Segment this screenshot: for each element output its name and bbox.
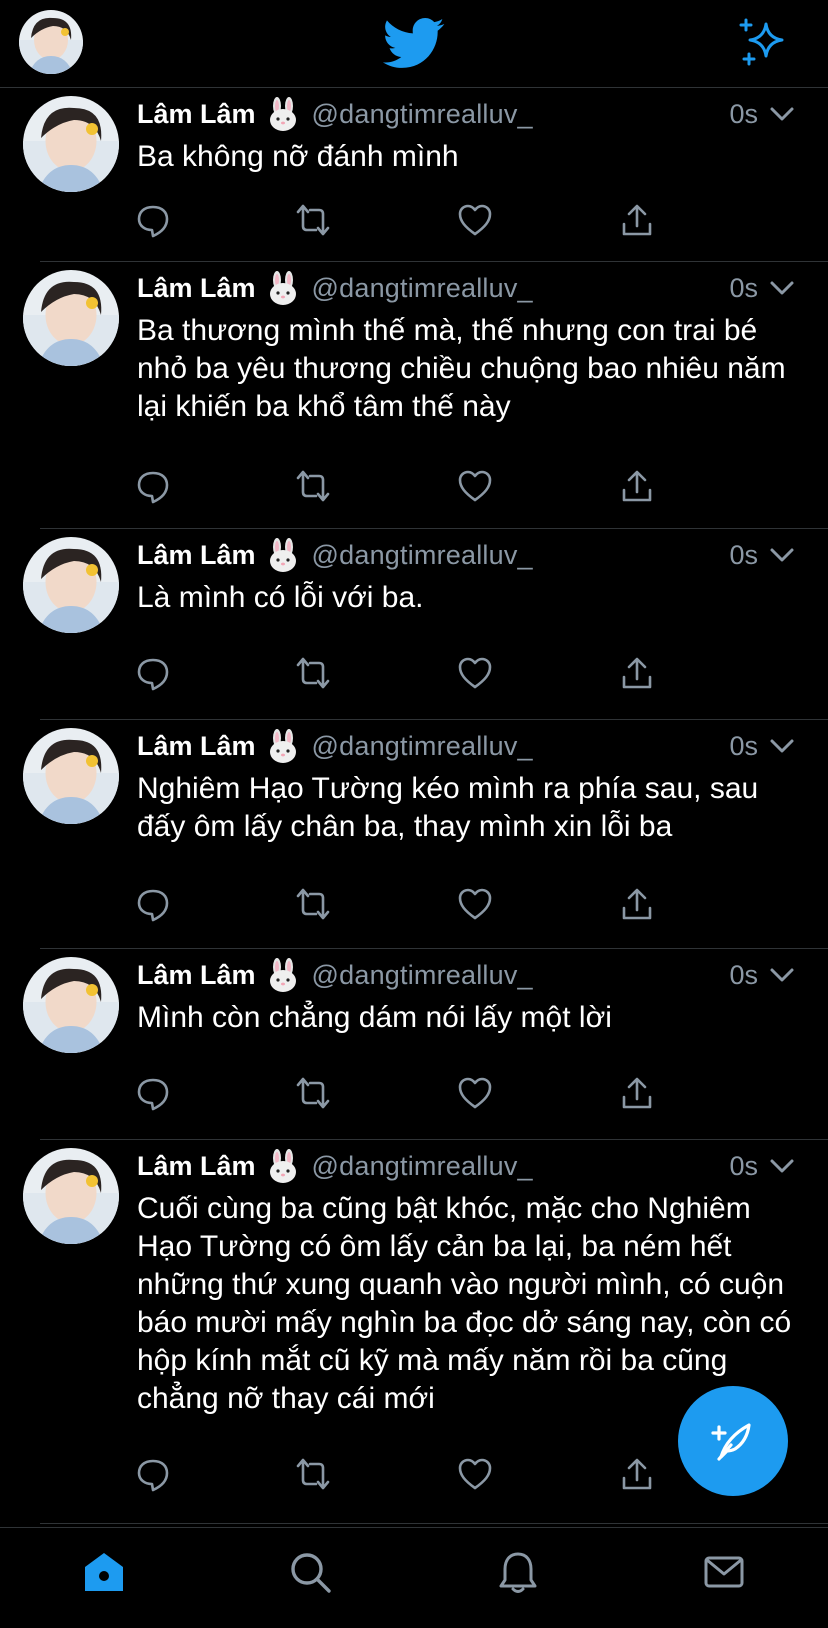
tweet-actions [137,1073,697,1113]
user-handle[interactable]: @dangtimrealluv_ [312,960,533,991]
twitter-bird-icon[interactable] [382,18,446,70]
like-icon[interactable] [455,884,495,924]
reply-icon[interactable] [133,1454,173,1494]
retweet-icon[interactable] [293,200,333,240]
compose-tweet-button[interactable] [678,1386,788,1496]
share-icon[interactable] [617,653,657,693]
like-icon[interactable] [455,466,495,506]
avatar[interactable] [23,957,119,1053]
tweet-actions [137,653,697,693]
divider [40,1523,828,1524]
tweet-text: Cuối cùng ba cũng bật khóc, mặc cho Nghi… [137,1192,792,1415]
timestamp: 0s [729,731,758,761]
tweet-text: Là mình có lỗi với ba. [137,581,424,614]
tweet-text: Ba không nỡ đánh mình [137,140,459,173]
timestamp: 0s [729,1151,758,1181]
tweet-text: Mình còn chẳng dám nói lấy một lời [137,1001,612,1034]
user-handle[interactable]: @dangtimrealluv_ [312,99,533,130]
tweet-actions [137,200,697,240]
tweet-actions [137,466,697,506]
rabbit-face-icon [269,729,296,763]
reply-icon[interactable] [133,466,173,506]
sparkle-icon[interactable] [738,18,790,68]
reply-icon[interactable] [133,200,173,240]
like-icon[interactable] [455,1454,495,1494]
reply-icon[interactable] [133,1073,173,1113]
compose-tweet-icon [711,1423,751,1461]
bottom-tab-bar [0,1527,828,1628]
home-icon[interactable] [80,1548,128,1596]
rabbit-face-icon [269,958,296,992]
display-name[interactable]: Lâm Lâm [137,273,256,304]
tweet-header: Lâm Lâm @dangtimrealluv_ 0s [137,1146,798,1186]
timeline-feed: Lâm Lâm @dangtimrealluv_ 0s Ba không nỡ … [0,88,828,1524]
avatar[interactable] [23,270,119,366]
share-icon[interactable] [617,884,657,924]
chevron-down-icon[interactable] [768,274,796,302]
chevron-down-icon[interactable] [768,541,796,569]
retweet-icon[interactable] [293,1073,333,1113]
chevron-down-icon[interactable] [768,732,796,760]
profile-avatar[interactable] [19,10,83,74]
user-handle[interactable]: @dangtimrealluv_ [312,273,533,304]
search-icon[interactable] [286,1548,334,1596]
tweet-text: Nghiêm Hạo Tường kéo mình ra phía sau, s… [137,772,759,843]
rabbit-face-icon [269,271,296,305]
like-icon[interactable] [455,200,495,240]
tweet[interactable]: Lâm Lâm @dangtimrealluv_ 0s Ba thương mì… [0,262,828,529]
tweet[interactable]: Lâm Lâm @dangtimrealluv_ 0s Nghiêm Hạo T… [0,720,828,949]
rabbit-face-icon [269,1149,296,1183]
user-handle[interactable]: @dangtimrealluv_ [312,540,533,571]
timestamp: 0s [729,273,758,303]
share-icon[interactable] [617,1454,657,1494]
display-name[interactable]: Lâm Lâm [137,99,256,130]
chevron-down-icon[interactable] [768,1152,796,1180]
timestamp: 0s [729,960,758,990]
chevron-down-icon[interactable] [768,961,796,989]
share-icon[interactable] [617,200,657,240]
tweet-header: Lâm Lâm @dangtimrealluv_ 0s [137,268,798,308]
tweet-header: Lâm Lâm @dangtimrealluv_ 0s [137,955,798,995]
timestamp: 0s [729,540,758,570]
top-bar [0,0,828,88]
chevron-down-icon[interactable] [768,100,796,128]
tweet-header: Lâm Lâm @dangtimrealluv_ 0s [137,94,798,134]
user-handle[interactable]: @dangtimrealluv_ [312,731,533,762]
tweet-text: Ba thương mình thế mà, thế nhưng con tra… [137,314,786,423]
avatar[interactable] [23,96,119,192]
tweet-actions [137,884,697,924]
retweet-icon[interactable] [293,884,333,924]
avatar[interactable] [23,728,119,824]
tweet-header: Lâm Lâm @dangtimrealluv_ 0s [137,726,798,766]
retweet-icon[interactable] [293,466,333,506]
retweet-icon[interactable] [293,653,333,693]
tweet[interactable]: Lâm Lâm @dangtimrealluv_ 0s Ba không nỡ … [0,88,828,262]
tweet-header: Lâm Lâm @dangtimrealluv_ 0s [137,535,798,575]
tweet-actions [137,1454,697,1494]
like-icon[interactable] [455,653,495,693]
avatar[interactable] [23,1148,119,1244]
display-name[interactable]: Lâm Lâm [137,731,256,762]
tweet[interactable]: Lâm Lâm @dangtimrealluv_ 0s Là mình có l… [0,529,828,720]
messages-icon[interactable] [700,1548,748,1596]
share-icon[interactable] [617,1073,657,1113]
user-handle[interactable]: @dangtimrealluv_ [312,1151,533,1182]
reply-icon[interactable] [133,653,173,693]
timestamp: 0s [729,99,758,129]
reply-icon[interactable] [133,884,173,924]
tweet[interactable]: Lâm Lâm @dangtimrealluv_ 0s Mình còn chẳ… [0,949,828,1140]
share-icon[interactable] [617,466,657,506]
retweet-icon[interactable] [293,1454,333,1494]
display-name[interactable]: Lâm Lâm [137,540,256,571]
display-name[interactable]: Lâm Lâm [137,960,256,991]
notifications-icon[interactable] [494,1548,542,1596]
rabbit-face-icon [269,538,296,572]
avatar[interactable] [23,537,119,633]
display-name[interactable]: Lâm Lâm [137,1151,256,1182]
like-icon[interactable] [455,1073,495,1113]
rabbit-face-icon [269,97,296,131]
